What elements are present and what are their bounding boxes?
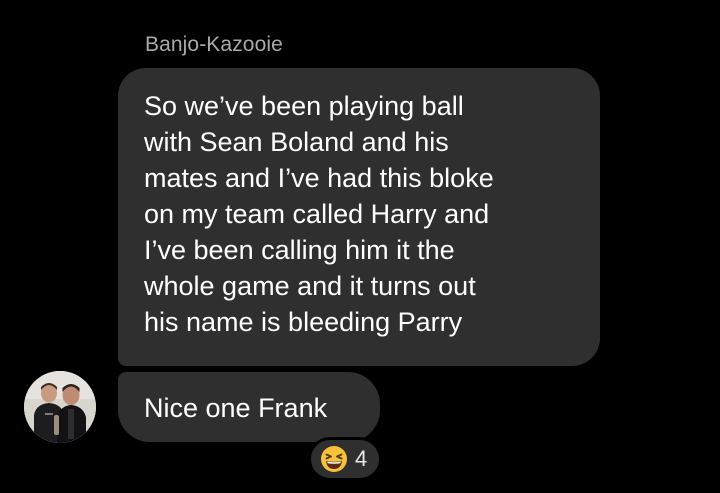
sender-name[interactable]: Banjo-Kazooie <box>145 33 283 57</box>
message-line: whole game and it turns out <box>144 271 476 301</box>
message-line: mates and I’ve had this bloke <box>144 163 494 193</box>
message-line: with Sean Boland and his <box>144 127 449 157</box>
message-line: on my team called Harry and <box>144 199 490 229</box>
avatar[interactable] <box>24 371 96 443</box>
message-line: So we’ve been playing ball <box>144 91 464 121</box>
message-line: I’ve been calling him it the <box>144 235 455 265</box>
avatar-photo-icon <box>24 371 96 443</box>
grinning-squinting-face-icon <box>320 445 348 473</box>
message-bubble[interactable]: So we’ve been playing ball with Sean Bol… <box>118 68 600 366</box>
message-bubble[interactable]: Nice one Frank <box>118 372 380 442</box>
chat-screen: Banjo-Kazooie So we’ve been playing ball… <box>0 0 720 493</box>
reaction-badge[interactable]: 4 <box>308 437 382 481</box>
message-line: his name is bleeding Parry <box>144 307 463 337</box>
reaction-count: 4 <box>355 446 368 471</box>
